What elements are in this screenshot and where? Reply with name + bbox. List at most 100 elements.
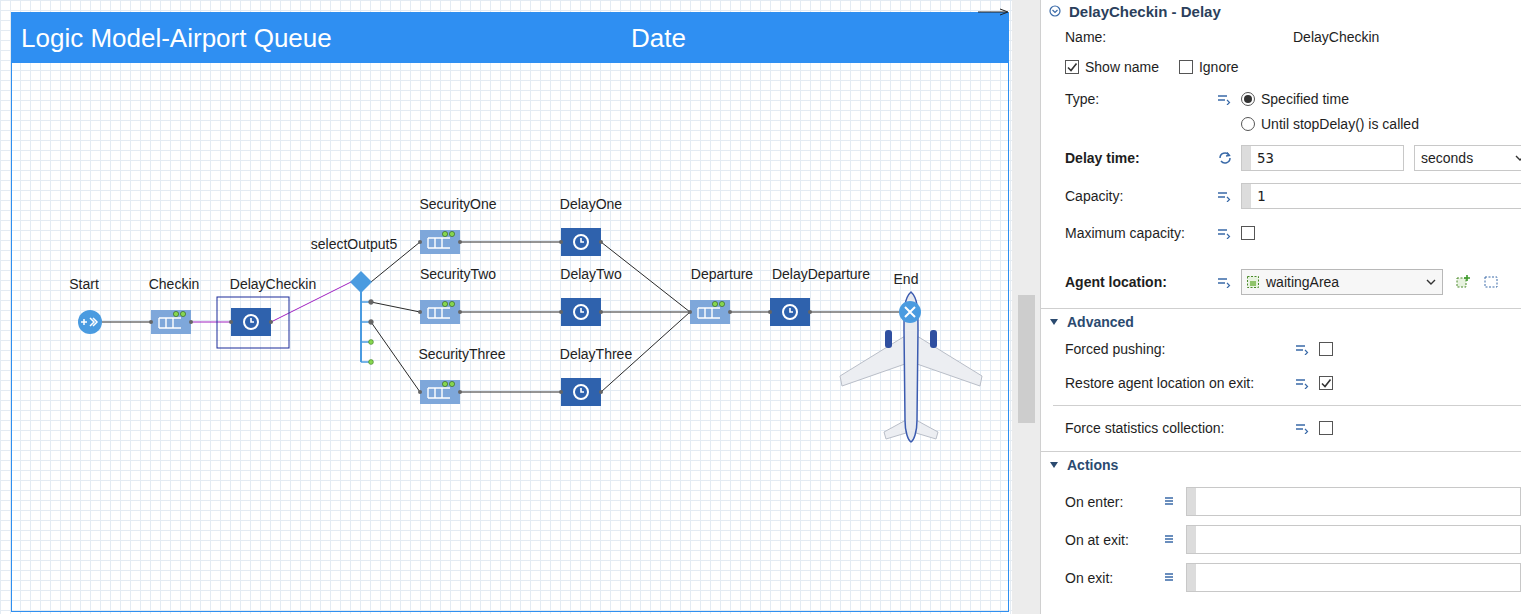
delay-block[interactable] xyxy=(768,298,812,326)
type-radio[interactable]: Specified time xyxy=(1241,91,1349,107)
connector[interactable] xyxy=(460,312,561,313)
block-label: DelayDeparture xyxy=(772,266,870,282)
static-value-icon[interactable] xyxy=(1295,343,1309,355)
vertical-scrollbar[interactable] xyxy=(1012,0,1040,614)
advanced-section-header[interactable]: Advanced xyxy=(1041,308,1521,335)
properties-panel: DelayCheckin - Delay Name: DelayCheckin … xyxy=(1040,0,1521,614)
dynamic-value-icon[interactable] xyxy=(1217,151,1233,165)
collapse-icon[interactable] xyxy=(1049,5,1061,17)
queue-block[interactable] xyxy=(688,300,732,324)
show-name-option[interactable]: Show name xyxy=(1065,59,1159,75)
block-label: SecurityThree xyxy=(418,346,505,362)
block-label: Start xyxy=(69,276,99,292)
action-label: On enter: xyxy=(1065,494,1164,510)
maximum-capacity-checkbox[interactable] xyxy=(1241,226,1255,240)
date-label: Date xyxy=(631,23,1008,54)
delay-block[interactable] xyxy=(229,308,273,336)
action-label: On at exit: xyxy=(1065,532,1164,548)
airplane-icon xyxy=(840,292,982,442)
option-checkbox[interactable] xyxy=(1319,342,1333,356)
connector[interactable] xyxy=(730,312,770,313)
static-value-icon[interactable] xyxy=(1217,190,1231,202)
block-label: Checkin xyxy=(149,276,200,292)
select-area-icon[interactable] xyxy=(1483,274,1499,290)
action-code-field[interactable] xyxy=(1186,487,1521,516)
action-row: On exit: xyxy=(1041,563,1521,592)
maximum-capacity-label: Maximum capacity: xyxy=(1065,225,1217,241)
connector[interactable] xyxy=(102,322,151,323)
static-value-icon[interactable] xyxy=(1295,377,1309,389)
actions-section-header[interactable]: Actions xyxy=(1041,451,1521,478)
radio-button[interactable] xyxy=(1241,117,1255,131)
static-value-icon[interactable] xyxy=(1295,422,1309,434)
action-row: On enter: xyxy=(1041,487,1521,516)
queue-block[interactable] xyxy=(418,230,462,254)
agent-location-label: Agent location: xyxy=(1065,274,1217,290)
capacity-field[interactable]: 1 xyxy=(1241,183,1521,209)
block-label: DelayThree xyxy=(560,346,633,362)
show-ignore-row: Show name Ignore xyxy=(1041,52,1521,82)
block-label: SecurityTwo xyxy=(420,266,496,282)
connector[interactable] xyxy=(371,302,420,312)
option-checkbox[interactable] xyxy=(1319,376,1333,390)
connector[interactable] xyxy=(191,322,231,323)
select-output-block[interactable] xyxy=(350,271,373,364)
connector[interactable] xyxy=(460,392,561,393)
ignore-option[interactable]: Ignore xyxy=(1179,59,1239,75)
delay-block[interactable] xyxy=(559,228,603,256)
connector[interactable] xyxy=(810,312,899,313)
type-label: Type: xyxy=(1065,91,1217,107)
delay-time-row: Delay time: 53 seconds xyxy=(1041,142,1521,174)
process-flowchart: StartCheckinDelayCheckinselectOutput5Sec… xyxy=(0,0,1012,614)
delay-block[interactable] xyxy=(559,378,603,406)
queue-block[interactable] xyxy=(149,310,193,334)
code-icon xyxy=(1164,496,1174,508)
collapse-icon[interactable] xyxy=(1049,460,1059,470)
action-label: On exit: xyxy=(1065,570,1164,586)
time-unit-dropdown[interactable]: seconds xyxy=(1414,145,1521,171)
connector[interactable] xyxy=(601,312,690,313)
option-label: Forced pushing: xyxy=(1065,341,1295,357)
queue-block[interactable] xyxy=(418,380,462,404)
connector[interactable] xyxy=(371,322,420,392)
agent-location-dropdown[interactable]: waitingArea xyxy=(1241,269,1443,295)
delay-block[interactable] xyxy=(559,298,603,326)
radio-button[interactable] xyxy=(1241,92,1255,106)
model-title: Logic Model-Airport Queue xyxy=(21,23,631,54)
static-value-icon[interactable] xyxy=(1217,276,1231,288)
anylogic-window: Logic Model-Airport Queue Date Start Chec… xyxy=(0,0,1521,614)
type-row: Until stopDelay() is called xyxy=(1041,112,1521,136)
chevron-down-icon xyxy=(1426,278,1436,286)
capacity-label: Capacity: xyxy=(1065,188,1217,204)
option-label: Restore agent location on exit: xyxy=(1065,375,1295,391)
option-checkbox[interactable] xyxy=(1319,421,1333,435)
capacity-row: Capacity: 1 xyxy=(1041,182,1521,210)
title-banner: Logic Model-Airport Queue Date xyxy=(12,13,1008,63)
static-value-icon[interactable] xyxy=(1217,227,1231,239)
connector[interactable] xyxy=(460,242,561,243)
name-row: Name: DelayCheckin xyxy=(1041,22,1521,52)
block-label: selectOutput5 xyxy=(311,236,398,252)
ignore-checkbox[interactable] xyxy=(1179,60,1193,74)
source-block[interactable] xyxy=(78,310,102,334)
model-canvas[interactable]: Logic Model-Airport Queue Date Start Chec… xyxy=(0,0,1012,614)
sink-block[interactable] xyxy=(899,301,921,323)
block-label: DelayOne xyxy=(560,196,622,212)
delay-time-field[interactable]: 53 xyxy=(1241,145,1404,171)
type-row: Type: Specified time xyxy=(1041,86,1521,112)
agent-location-row: Agent location: waitingArea xyxy=(1041,266,1521,298)
action-code-field[interactable] xyxy=(1186,525,1521,554)
action-code-field[interactable] xyxy=(1186,563,1521,592)
queue-block[interactable] xyxy=(418,300,462,324)
static-value-icon[interactable] xyxy=(1217,93,1231,105)
properties-title: DelayCheckin - Delay xyxy=(1041,0,1521,22)
advanced-option-row: Forced pushing: xyxy=(1041,335,1521,363)
name-field[interactable]: DelayCheckin xyxy=(1291,29,1379,45)
collapse-icon[interactable] xyxy=(1049,317,1059,327)
scrollbar-thumb[interactable] xyxy=(1018,295,1035,423)
create-area-icon[interactable] xyxy=(1455,274,1471,290)
type-radio[interactable]: Until stopDelay() is called xyxy=(1241,116,1419,132)
show-name-checkbox[interactable] xyxy=(1065,60,1079,74)
advanced-option-row: Force statistics collection: xyxy=(1041,414,1521,442)
code-icon xyxy=(1164,534,1174,546)
